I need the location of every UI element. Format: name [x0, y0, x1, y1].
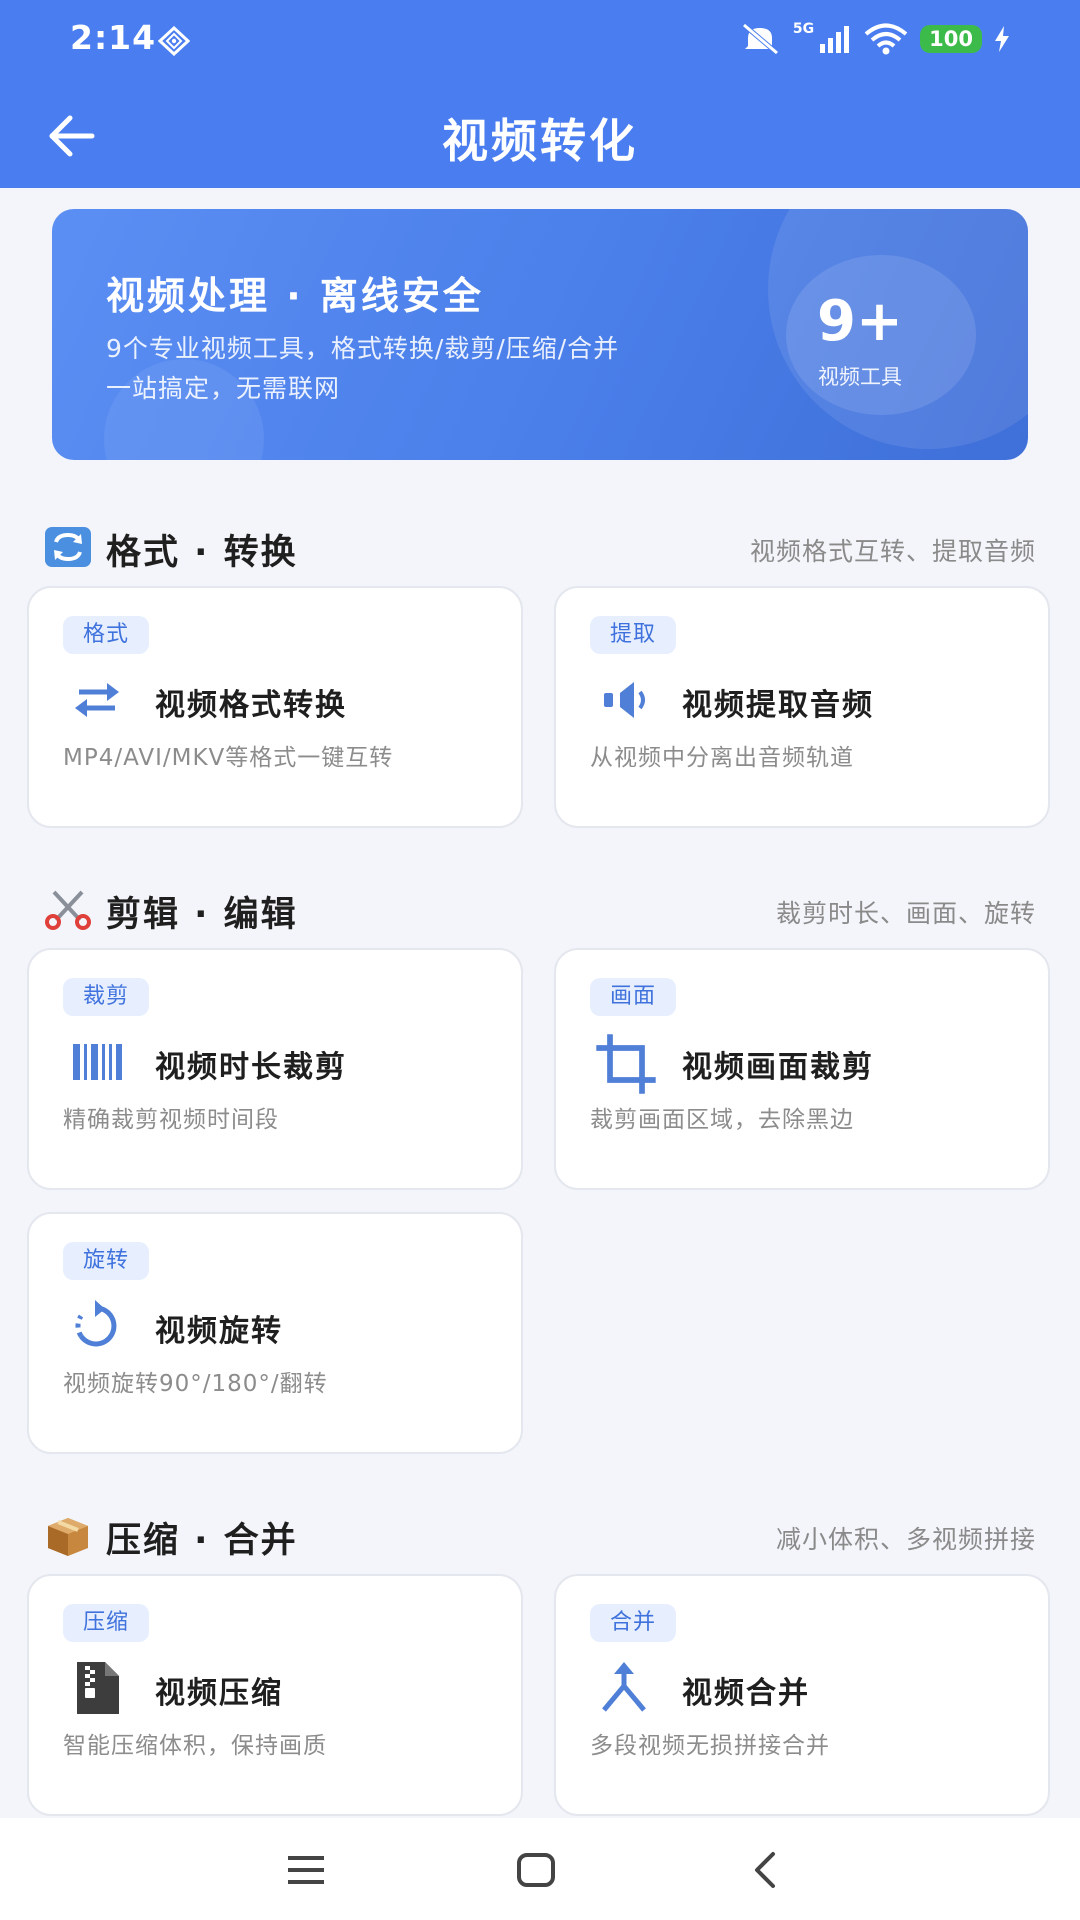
card-tag: 格式 — [63, 616, 150, 654]
wifi-icon — [864, 23, 908, 55]
speaker-icon — [604, 682, 645, 718]
card-tag: 压缩 — [63, 1604, 150, 1642]
section-subtitle: 裁剪时长、画面、旋转 — [775, 899, 1036, 928]
crop-icon — [596, 1034, 656, 1094]
banner-description: 9个专业视频工具，格式转换/裁剪/压缩/合并 一站搞定，无需联网 — [106, 329, 786, 409]
notification-icon — [158, 26, 190, 56]
card-tag: 旋转 — [63, 1242, 150, 1280]
section-header-edit: 剪辑 · 编辑 裁剪时长、画面、旋转 — [44, 884, 1036, 935]
home-icon[interactable] — [506, 1840, 566, 1900]
menu-icon[interactable] — [276, 1840, 336, 1900]
tool-card-duration-trim[interactable]: 裁剪 视频时长裁剪 精确裁剪视频时间段 — [27, 948, 523, 1190]
card-description: 智能压缩体积，保持画质 — [63, 1733, 327, 1759]
tool-card-frame-crop[interactable]: 画面 视频画面裁剪 裁剪画面区域，去除黑边 — [554, 948, 1050, 1190]
arrows-cycle-emoji-icon — [45, 527, 91, 567]
section-title: 格式 · 转换 — [106, 533, 298, 573]
card-description: 精确裁剪视频时间段 — [63, 1107, 279, 1133]
back-icon[interactable] — [735, 1840, 795, 1900]
tool-card-merge[interactable]: 合并 视频合并 多段视频无损拼接合并 — [554, 1574, 1050, 1816]
merge-arrows-icon — [602, 1662, 646, 1712]
tool-count: 9+ — [817, 289, 903, 354]
mute-vibrate-icon — [742, 23, 779, 55]
signal-icon — [820, 26, 850, 53]
card-tag: 提取 — [590, 616, 677, 654]
section-subtitle: 减小体积、多视频拼接 — [775, 1525, 1036, 1554]
banner-title: 视频处理 · 离线安全 — [106, 274, 484, 318]
card-tag: 裁剪 — [63, 978, 150, 1016]
network-type: 5G — [792, 21, 815, 37]
section-title: 压缩 · 合并 — [106, 1521, 298, 1561]
tool-card-rotate[interactable]: 旋转 视频旋转 视频旋转90°/180°/翻转 — [27, 1212, 523, 1454]
banner-desc-line: 9个专业视频工具，格式转换/裁剪/压缩/合并 — [106, 334, 620, 363]
tool-card-extract-audio[interactable]: 提取 视频提取音频 从视频中分离出音频轨道 — [554, 586, 1050, 828]
tool-card-format-convert[interactable]: 格式 视频格式转换 MP4/AVI/MKV等格式一键互转 — [27, 586, 523, 828]
page-title: 视频转化 — [442, 114, 638, 168]
barcode-icon — [73, 1044, 122, 1080]
tool-count-label: 视频工具 — [818, 365, 902, 389]
section-header-format: 格式 · 转换 视频格式互转、提取音频 — [44, 522, 1036, 573]
status-time: 2:14 — [70, 18, 157, 57]
section-subtitle: 视频格式互转、提取音频 — [749, 537, 1036, 566]
zip-file-icon — [77, 1662, 119, 1714]
card-description: 多段视频无损拼接合并 — [590, 1733, 830, 1759]
card-description: MP4/AVI/MKV等格式一键互转 — [63, 745, 394, 771]
scissors-emoji-icon — [45, 890, 91, 930]
card-title: 视频时长裁剪 — [155, 1050, 347, 1085]
card-tag: 画面 — [590, 978, 677, 1016]
system-nav-bar — [0, 1818, 1080, 1920]
tool-card-compress[interactable]: 压缩 视频压缩 智能压缩体积，保持画质 — [27, 1574, 523, 1816]
card-title: 视频旋转 — [155, 1314, 283, 1349]
section-header-compress: 压缩 · 合并 减小体积、多视频拼接 — [44, 1510, 1036, 1561]
battery-indicator: 100 — [920, 25, 982, 53]
package-emoji-icon — [48, 1518, 88, 1556]
card-title: 视频画面裁剪 — [682, 1050, 874, 1085]
status-bar: 2:14 5G 100 — [0, 0, 1080, 80]
rotate-icon — [75, 1300, 117, 1347]
app-header: 2:14 5G 100 视频转化 — [0, 0, 1080, 188]
card-description: 裁剪画面区域，去除黑边 — [590, 1107, 854, 1133]
banner-desc-line: 一站搞定，无需联网 — [106, 374, 341, 403]
feature-banner: 视频处理 · 离线安全 9个专业视频工具，格式转换/裁剪/压缩/合并 一站搞定，… — [52, 209, 1028, 460]
card-tag: 合并 — [590, 1604, 677, 1642]
status-icons: 5G 100 — [739, 21, 1010, 56]
charging-icon — [995, 26, 1009, 52]
card-description: 视频旋转90°/180°/翻转 — [63, 1371, 328, 1397]
card-title: 视频格式转换 — [155, 688, 347, 723]
card-title: 视频压缩 — [155, 1676, 283, 1711]
card-title: 视频提取音频 — [682, 688, 874, 723]
card-title: 视频合并 — [682, 1676, 810, 1711]
section-title: 剪辑 · 编辑 — [106, 895, 298, 935]
swap-arrows-icon — [75, 683, 119, 717]
card-description: 从视频中分离出音频轨道 — [590, 745, 854, 771]
